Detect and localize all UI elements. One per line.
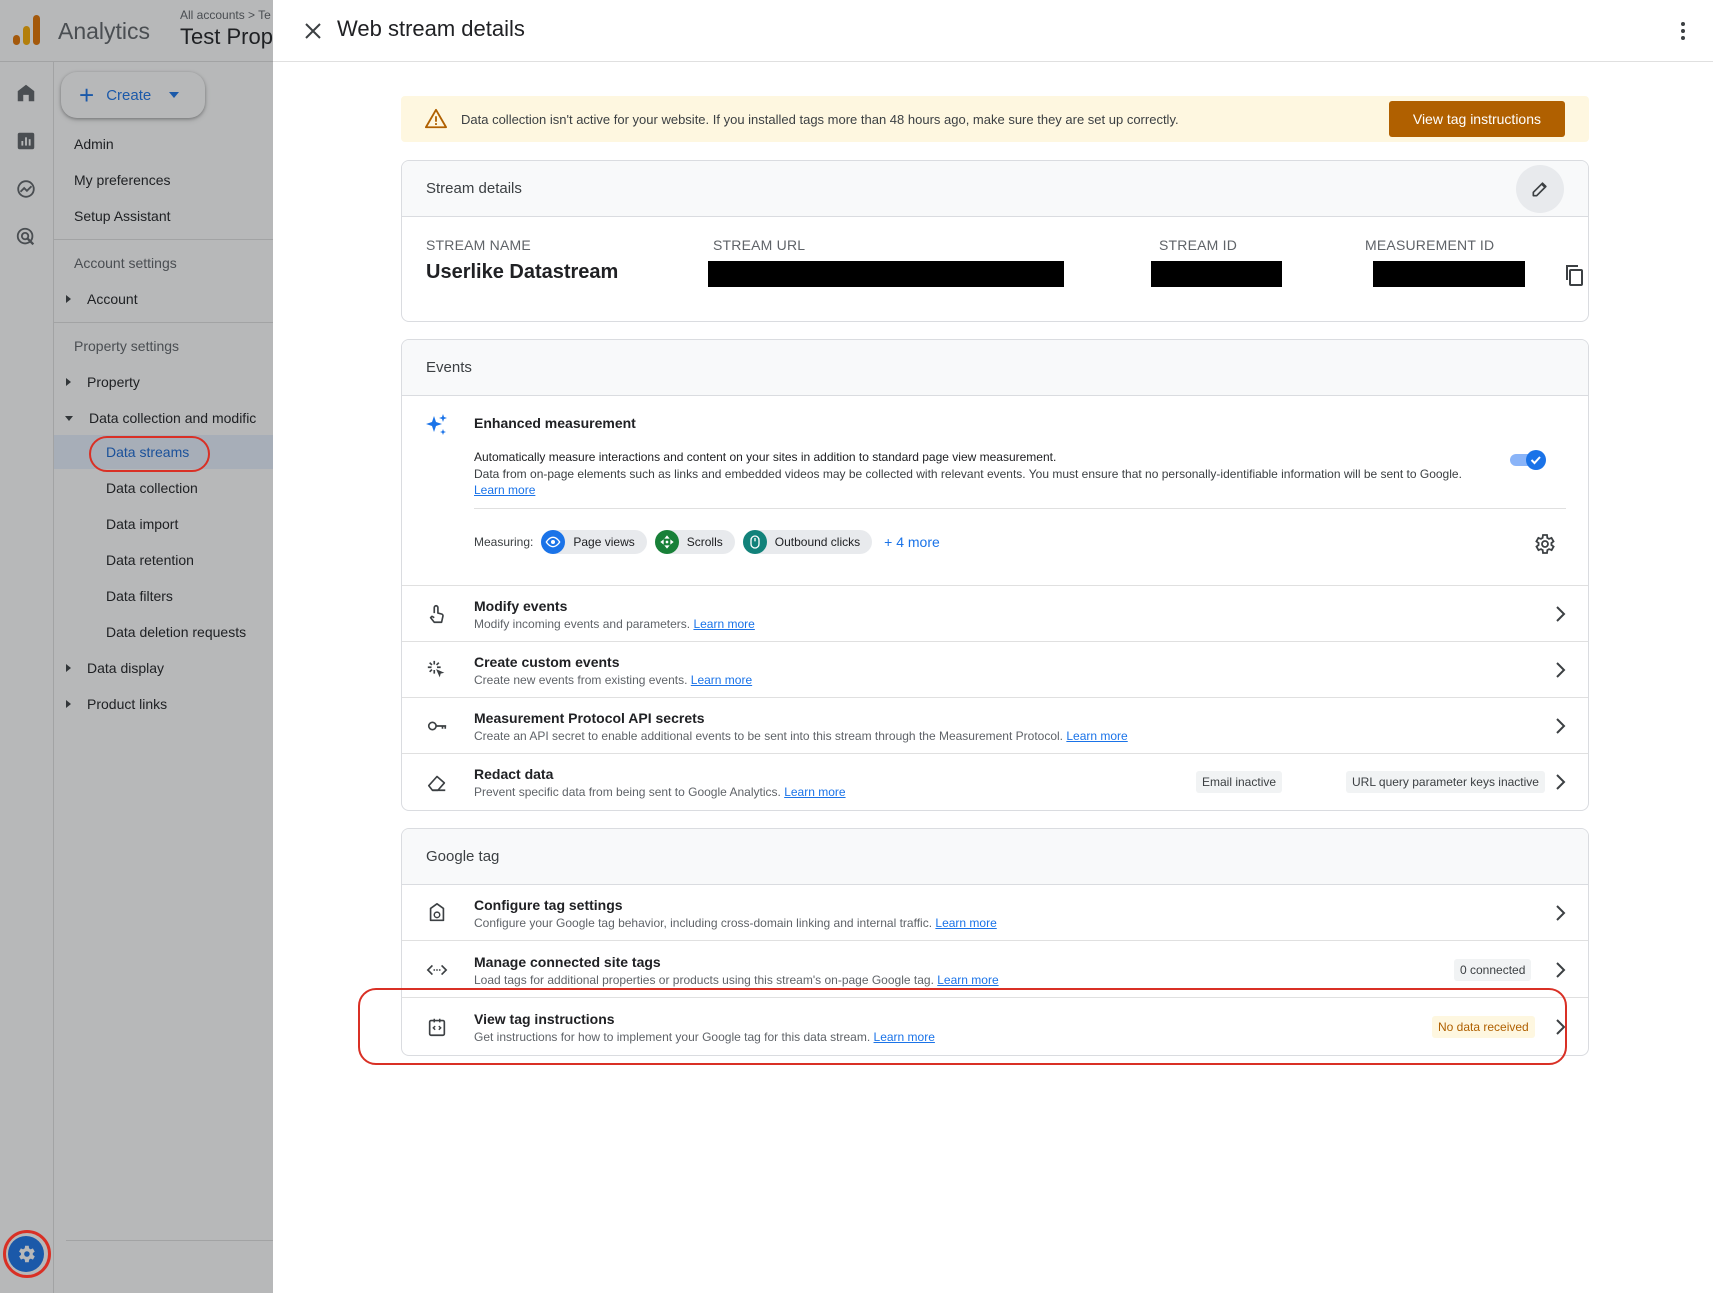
stream-id-field: STREAM ID — [1159, 237, 1238, 253]
sparkle-icon — [426, 414, 447, 435]
enhanced-measurement-title: Enhanced measurement — [474, 415, 636, 431]
scroll-icon — [654, 530, 679, 554]
more-vert-icon[interactable] — [1669, 17, 1697, 45]
gear-icon[interactable] — [1532, 532, 1556, 556]
stream-name-value: Userlike Datastream — [426, 261, 619, 283]
status-badge: Email inactive — [1196, 771, 1283, 793]
chip-page-views: Page views — [541, 530, 647, 554]
measurement-id-field: MEASUREMENT ID — [1365, 237, 1495, 253]
redacted-stream-id — [1151, 261, 1282, 287]
redacted-measurement-id — [1373, 261, 1525, 287]
learn-more-link[interactable]: Learn more — [1066, 729, 1127, 743]
panel-title: Web stream details — [337, 16, 525, 41]
custom-event-cursor-icon — [424, 657, 450, 683]
events-card: Events Enhanced measurement Automaticall… — [401, 339, 1589, 811]
view-tag-instructions-button[interactable]: View tag instructions — [1388, 101, 1565, 137]
annotation-circle-data-streams — [89, 436, 210, 472]
eye-icon — [541, 530, 566, 554]
copy-icon[interactable] — [1562, 263, 1586, 287]
learn-more-link[interactable]: Learn more — [935, 916, 996, 930]
chevron-right-icon — [1556, 606, 1566, 622]
google-tag-heading: Google tag — [402, 829, 1588, 885]
create-custom-events-row[interactable]: Create custom events Create new events f… — [402, 642, 1588, 698]
chevron-right-icon — [1556, 962, 1566, 978]
enhanced-measurement-description: Automatically measure interactions and c… — [474, 450, 1057, 464]
mouse-icon — [742, 530, 767, 554]
connected-count-badge: 0 connected — [1454, 959, 1532, 981]
chevron-right-icon — [1556, 905, 1566, 921]
configure-tag-settings-row[interactable]: Configure tag settings Configure your Go… — [402, 885, 1588, 941]
stream-details-card: Stream details STREAM NAME Userlike Data… — [401, 160, 1589, 322]
chip-scrolls: Scrolls — [654, 530, 735, 554]
measuring-chips: Measuring: Page views Scrolls Outbound c… — [474, 530, 940, 554]
code-icon — [424, 957, 450, 983]
chevron-right-icon — [1556, 718, 1566, 734]
learn-more-link[interactable]: Learn more — [691, 673, 752, 687]
stream-details-heading: Stream details — [402, 161, 1588, 217]
stream-name-field: STREAM NAME Userlike Datastream — [426, 237, 619, 283]
measurement-protocol-row[interactable]: Measurement Protocol API secrets Create … — [402, 698, 1588, 754]
panel-header: Web stream details — [273, 0, 1713, 62]
edit-icon[interactable] — [1516, 165, 1564, 213]
close-icon[interactable] — [300, 18, 326, 44]
redact-data-row[interactable]: Redact data Prevent specific data from b… — [402, 754, 1588, 810]
touch-icon — [424, 601, 450, 627]
redacted-stream-url — [708, 261, 1064, 287]
chevron-right-icon — [1556, 662, 1566, 678]
enhanced-measurement-disclaimer: Data from on-page elements such as links… — [474, 467, 1462, 497]
warning-icon — [425, 108, 447, 129]
learn-more-link[interactable]: Learn more — [784, 785, 845, 799]
learn-more-link[interactable]: Learn more — [474, 483, 535, 497]
events-heading: Events — [402, 340, 1588, 396]
stream-url-field: STREAM URL — [713, 237, 806, 253]
key-icon — [424, 713, 450, 739]
annotation-circle-settings — [3, 1230, 51, 1278]
chip-outbound-clicks: Outbound clicks — [742, 530, 873, 554]
web-stream-details-panel: Web stream details Data collection isn't… — [273, 0, 1713, 1293]
eraser-icon — [424, 769, 450, 795]
more-parameters-link[interactable]: + 4 more — [884, 534, 940, 550]
learn-more-link[interactable]: Learn more — [937, 973, 998, 987]
google-tag-icon — [424, 900, 450, 926]
modify-events-row[interactable]: Modify events Modify incoming events and… — [402, 586, 1588, 642]
chevron-right-icon — [1556, 774, 1566, 790]
status-badge: URL query parameter keys inactive — [1346, 771, 1545, 793]
enhanced-measurement-section: Enhanced measurement Automatically measu… — [402, 396, 1588, 586]
warning-banner: Data collection isn't active for your we… — [401, 96, 1589, 142]
enhanced-measurement-toggle[interactable] — [1510, 450, 1546, 470]
learn-more-link[interactable]: Learn more — [693, 617, 754, 631]
annotation-highlight-view-tag-instructions — [358, 988, 1567, 1065]
banner-message: Data collection isn't active for your we… — [461, 111, 1179, 127]
